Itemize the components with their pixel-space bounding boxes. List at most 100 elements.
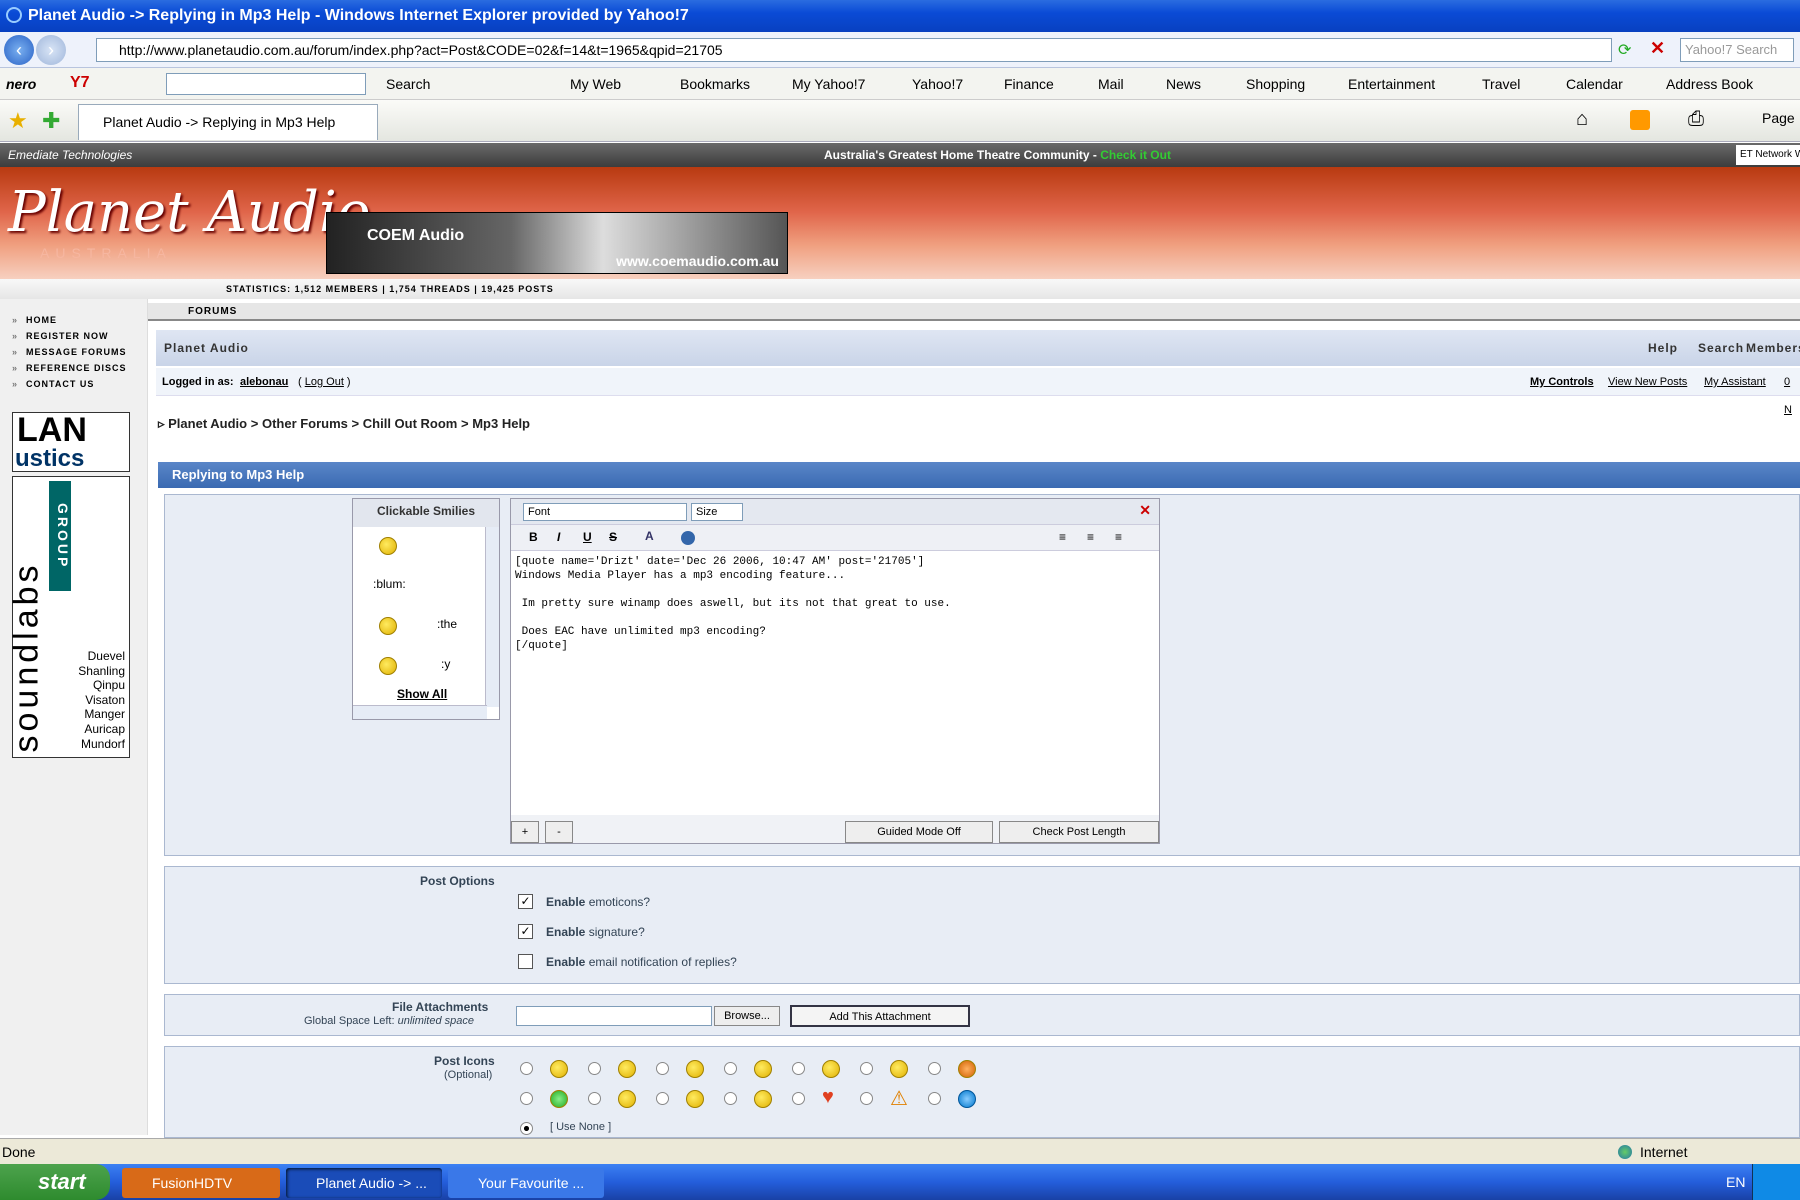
- header-members-link[interactable]: Members: [1746, 330, 1800, 366]
- post-icon-radio[interactable]: [792, 1092, 805, 1105]
- header-help-link[interactable]: Help: [1648, 330, 1678, 366]
- toolbar-item-news[interactable]: News: [1166, 76, 1201, 92]
- smiley-blum[interactable]: :blum:: [373, 577, 406, 591]
- forward-icon[interactable]: ›: [36, 35, 66, 65]
- check-length-button[interactable]: Check Post Length: [999, 821, 1159, 843]
- attachment-file-input[interactable]: [516, 1006, 712, 1026]
- feeds-icon[interactable]: [1630, 110, 1650, 130]
- email-notify-checkbox[interactable]: [518, 954, 533, 969]
- back-icon[interactable]: ‹: [4, 35, 34, 65]
- post-icon-radio[interactable]: [724, 1062, 737, 1075]
- nav-reference-discs[interactable]: REFERENCE DISCS: [0, 360, 140, 376]
- post-icon-radio[interactable]: [860, 1062, 873, 1075]
- toolbar-item-shopping[interactable]: Shopping: [1246, 76, 1305, 92]
- use-none-radio[interactable]: [520, 1122, 533, 1135]
- post-icon-radio[interactable]: [928, 1092, 941, 1105]
- browse-button[interactable]: Browse...: [714, 1006, 780, 1026]
- link-icon[interactable]: [681, 531, 695, 545]
- print-icon[interactable]: ⎙: [1688, 108, 1704, 131]
- username-link[interactable]: alebonau: [240, 368, 288, 396]
- et-check-link[interactable]: Check it Out: [1100, 148, 1171, 162]
- toolbar-item-finance[interactable]: Finance: [1004, 76, 1054, 92]
- et-network-select[interactable]: ET Network W: [1736, 145, 1800, 165]
- size-select[interactable]: Size: [691, 503, 743, 521]
- soundlabs-ad[interactable]: soundlabs GROUP Duevel Shanling Qinpu Visat…: [8, 476, 130, 758]
- post-icon-radio[interactable]: [656, 1062, 669, 1075]
- smilies-hscrollbar[interactable]: [353, 705, 487, 719]
- language-indicator[interactable]: EN: [1726, 1174, 1745, 1190]
- guided-mode-button[interactable]: Guided Mode Off: [845, 821, 993, 843]
- shrink-button[interactable]: -: [545, 821, 573, 843]
- align-left-icon[interactable]: ≡: [1059, 530, 1066, 544]
- font-select[interactable]: Font: [523, 503, 687, 521]
- favorites-star-icon[interactable]: ★: [8, 108, 28, 134]
- toolbar-item-calendar[interactable]: Calendar: [1566, 76, 1623, 92]
- signature-checkbox[interactable]: ✓: [518, 924, 533, 939]
- show-all-smilies-link[interactable]: Show All: [397, 687, 447, 701]
- smiley-y[interactable]: :y: [441, 657, 450, 671]
- toolbar-item-my-yahoo[interactable]: My Yahoo!7: [792, 76, 865, 92]
- bold-icon[interactable]: B: [529, 530, 538, 544]
- logout-link[interactable]: Log Out: [305, 376, 344, 388]
- my-controls-link[interactable]: My Controls: [1530, 368, 1594, 396]
- post-textarea[interactable]: [quote name='Drizt' date='Dec 26 2006, 1…: [511, 551, 1159, 815]
- url-input[interactable]: http://www.planetaudio.com.au/forum/inde…: [96, 38, 1612, 62]
- site-logo[interactable]: Planet Audio: [8, 180, 370, 245]
- font-color-icon[interactable]: A: [645, 529, 654, 543]
- add-attachment-button[interactable]: Add This Attachment: [790, 1005, 970, 1027]
- close-icon[interactable]: ✕: [1139, 502, 1151, 519]
- add-favorite-icon[interactable]: ✚: [42, 108, 60, 134]
- nav-register[interactable]: REGISTER NOW: [0, 328, 140, 344]
- smiley-the[interactable]: :the: [437, 617, 457, 631]
- stop-icon[interactable]: ✕: [1650, 38, 1665, 59]
- post-icon-radio[interactable]: [588, 1092, 601, 1105]
- post-icon-radio[interactable]: [656, 1092, 669, 1105]
- post-icon-radio[interactable]: [792, 1062, 805, 1075]
- smiley-icon[interactable]: [379, 537, 397, 555]
- tab-planet-audio[interactable]: Planet Audio -> Replying in Mp3 Help: [78, 104, 378, 140]
- post-icon-radio[interactable]: [724, 1092, 737, 1105]
- my-assistant-link[interactable]: My Assistant: [1704, 368, 1766, 396]
- underline-icon[interactable]: U: [583, 530, 592, 544]
- refresh-icon[interactable]: ⟳: [1618, 40, 1631, 60]
- header-search-link[interactable]: Search: [1698, 330, 1744, 366]
- coem-audio-ad[interactable]: COEM Audio www.coemaudio.com.au: [326, 212, 788, 274]
- italic-icon[interactable]: I: [557, 530, 560, 544]
- nav-message-forums[interactable]: MESSAGE FORUMS: [0, 344, 140, 360]
- emoticons-checkbox[interactable]: ✓: [518, 894, 533, 909]
- strike-icon[interactable]: S: [609, 530, 617, 544]
- nav-contact[interactable]: CONTACT US: [0, 376, 140, 392]
- messages-link[interactable]: 0 N: [1784, 368, 1800, 424]
- toolbar-item-my-web[interactable]: My Web: [570, 76, 621, 92]
- page-menu[interactable]: Page: [1762, 110, 1795, 126]
- toolbar-item-address-book[interactable]: Address Book: [1666, 76, 1753, 92]
- toolbar-item-yahoo7[interactable]: Yahoo!7: [912, 76, 963, 92]
- align-center-icon[interactable]: ≡: [1087, 530, 1094, 544]
- home-icon[interactable]: ⌂: [1576, 108, 1588, 131]
- post-icon-radio[interactable]: [520, 1062, 533, 1075]
- start-button[interactable]: start: [0, 1164, 110, 1200]
- toolbar-search-button[interactable]: Search: [386, 76, 430, 92]
- task-your-favourite[interactable]: Your Favourite ...: [448, 1168, 604, 1198]
- post-icon-radio[interactable]: [860, 1092, 873, 1105]
- post-icon-radio[interactable]: [520, 1092, 533, 1105]
- yahoo-icon[interactable]: Y7: [70, 74, 90, 92]
- lan-acoustics-ad[interactable]: LAN ustics: [12, 411, 130, 472]
- toolbar-item-mail[interactable]: Mail: [1098, 76, 1124, 92]
- smilies-scrollbar[interactable]: [485, 527, 499, 707]
- toolbar-item-entertainment[interactable]: Entertainment: [1348, 76, 1435, 92]
- post-icon-radio[interactable]: [928, 1062, 941, 1075]
- nav-home[interactable]: HOME: [0, 312, 140, 328]
- smiley-icon[interactable]: [379, 617, 397, 635]
- toolbar-item-travel[interactable]: Travel: [1482, 76, 1520, 92]
- task-fusionhdtv[interactable]: FusionHDTV: [122, 1168, 280, 1198]
- smiley-icon[interactable]: [379, 657, 397, 675]
- search-input[interactable]: Yahoo!7 Search: [1680, 38, 1794, 62]
- toolbar-item-bookmarks[interactable]: Bookmarks: [680, 76, 750, 92]
- enlarge-button[interactable]: +: [511, 821, 539, 843]
- post-icon-radio[interactable]: [588, 1062, 601, 1075]
- align-right-icon[interactable]: ≡: [1115, 530, 1122, 544]
- toolbar-search-input[interactable]: [166, 73, 366, 95]
- task-planet-audio[interactable]: Planet Audio -> ...: [286, 1168, 442, 1198]
- view-new-posts-link[interactable]: View New Posts: [1608, 368, 1687, 396]
